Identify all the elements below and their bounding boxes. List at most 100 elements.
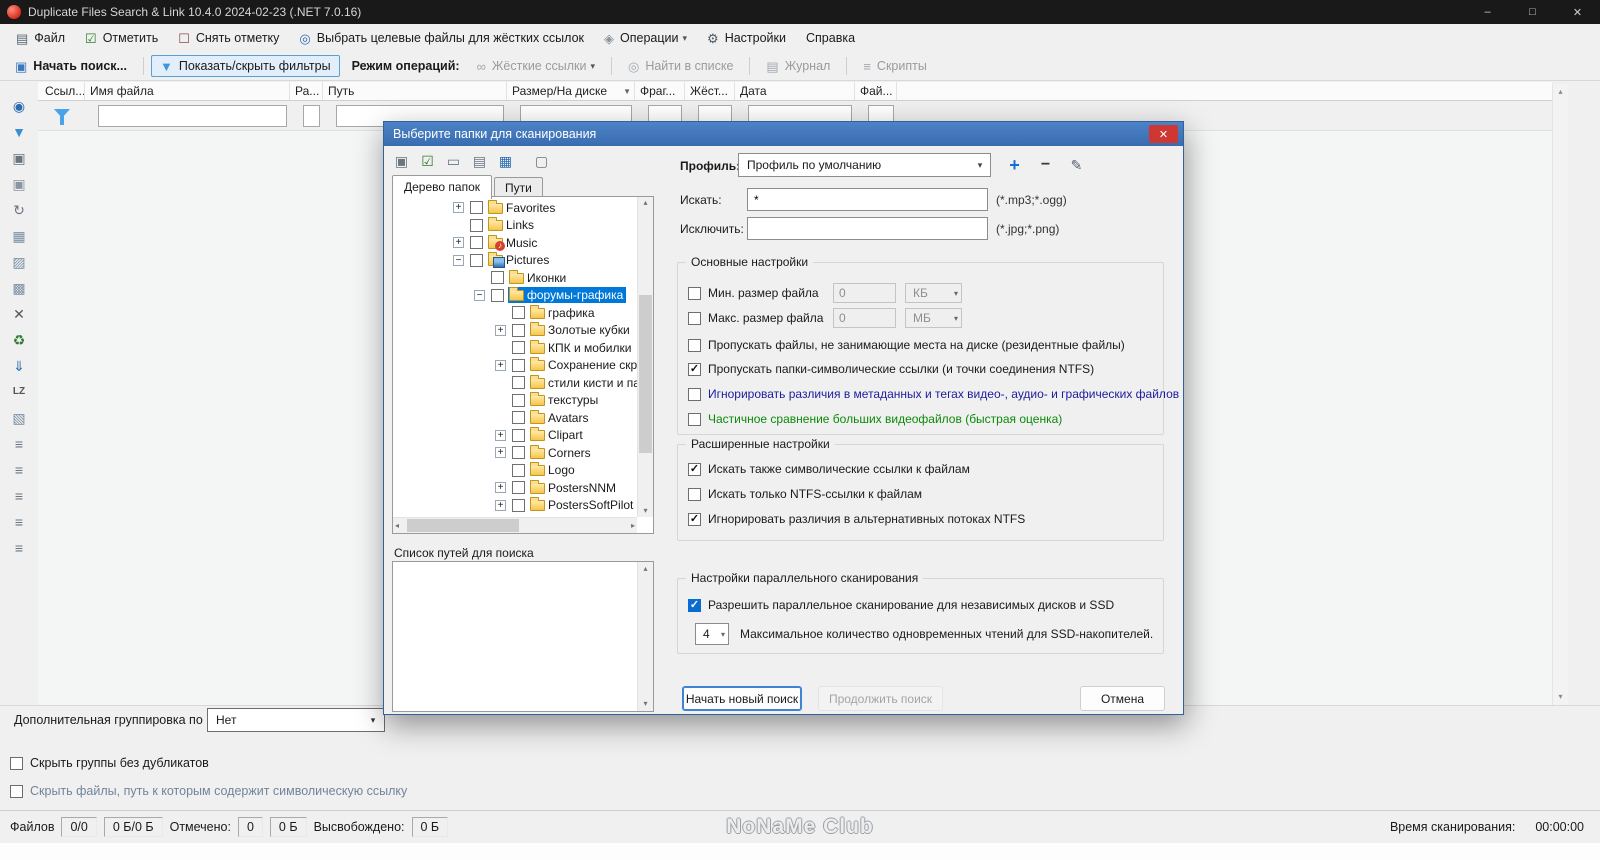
tree-item[interactable]: текстуры	[393, 392, 637, 410]
tree-node[interactable]: КПК и мобилки	[529, 339, 634, 356]
tree-item[interactable]: Avatars	[393, 409, 637, 427]
tree-checkbox[interactable]	[512, 446, 525, 460]
filter-col-filename[interactable]	[98, 105, 287, 127]
symlink-rows-icon[interactable]: ≡	[7, 459, 31, 481]
checkbox[interactable]	[688, 598, 701, 612]
col-filename[interactable]: Имя файла	[85, 82, 290, 100]
scroll-down-icon[interactable]: ▾	[638, 505, 653, 517]
ignore-ads-checkbox[interactable]: Игнорировать различия в альтернативных п…	[688, 511, 1157, 527]
cancel-button[interactable]: Отмена	[1080, 686, 1165, 711]
partial-video-compare-checkbox[interactable]: Частичное сравнение больших видеофайлов …	[688, 411, 1157, 427]
checkbox[interactable]	[10, 784, 23, 798]
scroll-down-icon[interactable]: ▾	[1553, 691, 1568, 703]
copy-marked-icon[interactable]: ▣	[7, 173, 31, 195]
scroll-down-icon[interactable]: ▾	[638, 698, 653, 710]
tree-node[interactable]: Links	[487, 217, 537, 233]
tree-item[interactable]: КПК и мобилки	[393, 339, 637, 357]
menu-mark[interactable]: ☑ Отметить	[75, 27, 168, 49]
tree-checkbox[interactable]	[470, 218, 483, 232]
search-symlinks-checkbox[interactable]: Искать также символические ссылки к файл…	[688, 461, 1157, 477]
tree-node[interactable]: Clipart	[529, 427, 586, 443]
tree-checkbox[interactable]	[512, 481, 525, 495]
tree-checkbox[interactable]	[470, 201, 483, 215]
cluster-link-icon[interactable]: ▩	[7, 277, 31, 299]
tree-node[interactable]: Avatars	[529, 409, 591, 426]
tree-item[interactable]: графика	[393, 304, 637, 322]
col-date[interactable]: Дата	[735, 82, 855, 100]
tree-item[interactable]: + Corners	[393, 444, 637, 462]
expand-plus-icon[interactable]: +	[495, 359, 506, 371]
expand-plus-icon[interactable]: +	[495, 447, 506, 459]
exclude-mask-input[interactable]	[747, 217, 988, 240]
filter-funnel-icon[interactable]	[54, 109, 70, 125]
tree-vertical-scrollbar[interactable]: ▴ ▾	[637, 197, 653, 517]
expand-plus-icon[interactable]: +	[453, 202, 464, 214]
ssd-reads-combo[interactable]: 4 ▾	[695, 623, 729, 645]
tree-node[interactable]: PostersSoftPilot	[529, 497, 636, 513]
tree-node[interactable]: Logo	[529, 462, 578, 478]
checkbox[interactable]	[688, 311, 701, 325]
collapse-minus-icon[interactable]: −	[474, 289, 485, 301]
tree-node[interactable]: Сохранение скри	[529, 357, 637, 373]
tree-item[interactable]: стили кисти и па	[393, 374, 637, 392]
tree-node[interactable]: форумы-графика	[508, 287, 627, 304]
hide-symlink-path-files-checkbox[interactable]: Скрыть файлы, путь к которым содержит си…	[10, 784, 407, 798]
menu-select-target-files[interactable]: ◎ Выбрать целевые файлы для жёстких ссыло…	[289, 27, 594, 49]
col-files[interactable]: Фай...	[855, 82, 897, 100]
expand-plus-icon[interactable]: +	[495, 499, 506, 511]
filter-icon[interactable]: ▼	[7, 121, 31, 143]
col-fragments[interactable]: Фраг...	[635, 82, 685, 100]
start-new-search-button[interactable]: Начать новый поиск	[682, 686, 802, 711]
tree-checkbox[interactable]	[512, 411, 525, 425]
scroll-up-icon[interactable]: ▴	[638, 197, 653, 209]
expand-plus-icon[interactable]: +	[495, 482, 506, 494]
close-button[interactable]: ✕	[1555, 0, 1600, 24]
scrollbar-thumb[interactable]	[639, 295, 652, 453]
cluster-map-icon[interactable]: ▦	[7, 225, 31, 247]
import-icon[interactable]: ⇓	[7, 355, 31, 377]
copy-structure-icon[interactable]: ▣	[390, 150, 413, 172]
tree-node[interactable]: графика	[529, 304, 598, 321]
tree-checkbox[interactable]	[512, 341, 525, 355]
scroll-up-icon[interactable]: ▴	[638, 563, 653, 575]
profile-combo[interactable]: Профиль по умолчанию ▾	[738, 153, 991, 177]
checkbox[interactable]	[688, 487, 701, 501]
delete-profile-button[interactable]: −	[1033, 153, 1058, 177]
refresh-icon[interactable]: ↻	[7, 199, 31, 221]
tree-item[interactable]: Logo	[393, 462, 637, 480]
tree-checkbox[interactable]	[470, 253, 483, 267]
tree-item[interactable]: + Music	[393, 234, 637, 252]
report-rows-icon[interactable]: ≡	[7, 511, 31, 533]
checkbox[interactable]	[688, 362, 701, 376]
minimize-button[interactable]: –	[1465, 0, 1510, 24]
tree-checkbox[interactable]	[491, 271, 504, 285]
tree-item[interactable]: − Pictures	[393, 252, 637, 270]
hardlink-rows-icon[interactable]: ≡	[7, 433, 31, 455]
eye-icon[interactable]: ◉	[7, 95, 31, 117]
tree-checkbox[interactable]	[512, 323, 525, 337]
tree-node[interactable]: PostersNNM	[529, 479, 619, 496]
search-mask-input[interactable]	[747, 188, 988, 211]
tree-item[interactable]: + Сохранение скри	[393, 357, 637, 375]
menu-file[interactable]: ▤ Файл	[6, 27, 75, 49]
scroll-up-icon[interactable]: ▴	[1553, 86, 1568, 98]
expand-plus-icon[interactable]: +	[495, 324, 506, 336]
tree-node[interactable]: Music	[487, 234, 540, 251]
skip-resident-files-checkbox[interactable]: Пропускать файлы, не занимающие места на…	[688, 337, 1157, 353]
allow-parallel-scan-checkbox[interactable]: Разрешить параллельное сканирование для …	[688, 597, 1157, 613]
scroll-left-icon[interactable]: ◂	[395, 520, 399, 532]
tab-folder-tree[interactable]: Дерево папок	[392, 175, 492, 199]
expand-plus-icon[interactable]: +	[495, 429, 506, 441]
tree-item[interactable]: − форумы-графика	[393, 287, 637, 305]
toggle-filters-button[interactable]: ▼ Показать/скрыть фильтры	[150, 55, 340, 77]
checkbox[interactable]	[688, 512, 701, 526]
tree-node[interactable]: Corners	[529, 444, 594, 461]
maximize-button[interactable]: □	[1510, 0, 1555, 24]
tree-node[interactable]: стили кисти и па	[529, 374, 637, 391]
tree-checkbox[interactable]	[512, 306, 525, 320]
expand-plus-icon[interactable]: +	[453, 237, 464, 249]
computer-icon[interactable]: ▢	[530, 150, 553, 172]
tree-item[interactable]: Иконки	[393, 269, 637, 287]
tree-checkbox[interactable]	[512, 358, 525, 372]
delete-icon[interactable]: ✕	[7, 303, 31, 325]
